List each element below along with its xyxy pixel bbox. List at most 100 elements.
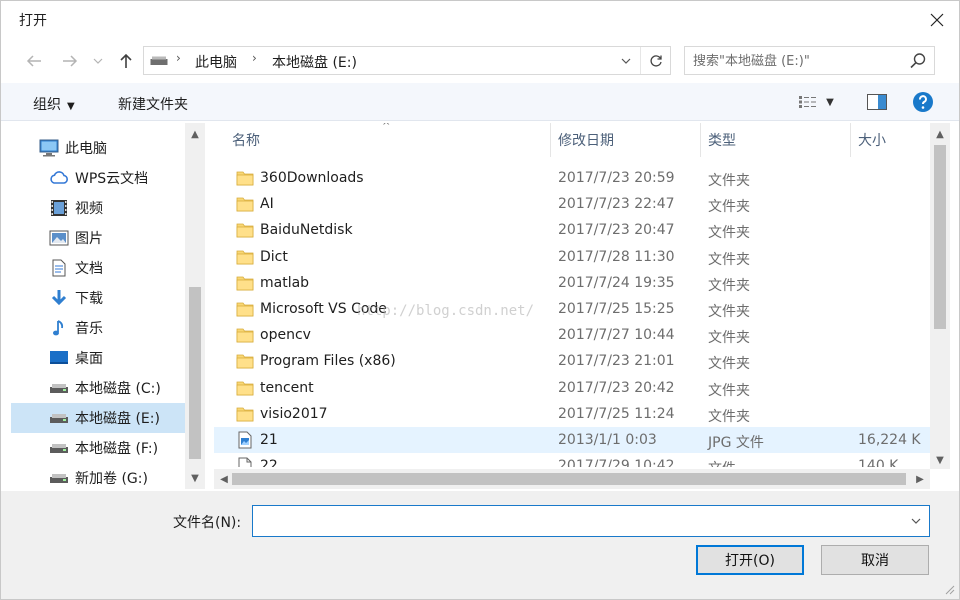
open-button[interactable]: 打开(O)	[696, 545, 804, 575]
sidebar-item[interactable]: 此电脑	[11, 133, 187, 163]
column-divider[interactable]	[550, 123, 551, 157]
file-type: 文件	[708, 458, 736, 467]
scrollbar-thumb[interactable]	[934, 145, 946, 329]
scroll-right-arrow-icon[interactable]: ▶	[910, 470, 930, 488]
navigation-bar: › 此电脑 › 本地磁盘 (E:)	[1, 41, 959, 81]
breadcrumb-separator-icon[interactable]: ›	[252, 51, 257, 65]
sidebar-item[interactable]: 本地磁盘 (C:)	[11, 373, 187, 403]
dialog-footer: 文件名(N): 打开(O) 取消	[1, 491, 959, 599]
drive-icon	[49, 378, 69, 398]
cancel-button[interactable]: 取消	[821, 545, 929, 575]
scrollbar-thumb[interactable]	[232, 473, 906, 485]
file-row[interactable]: 360Downloads 2017/7/23 20:59 文件夹	[214, 165, 930, 191]
picture-icon	[49, 228, 69, 248]
file-row[interactable]: 21 2013/1/1 0:03 JPG 文件 16,224 K	[214, 427, 930, 453]
sidebar-item[interactable]: 新加卷 (G:)	[11, 463, 187, 489]
view-dropdown-button[interactable]: ▼	[823, 91, 837, 113]
sidebar-item[interactable]: 图片	[11, 223, 187, 253]
navigation-pane-scrollbar[interactable]: ▲ ▼	[185, 123, 205, 489]
view-list-icon	[799, 96, 816, 108]
file-type: 文件夹	[708, 199, 750, 216]
recent-locations-button[interactable]	[91, 50, 105, 72]
column-header-type[interactable]: 类型	[708, 123, 736, 157]
sidebar-item[interactable]: 本地磁盘 (F:)	[11, 433, 187, 463]
organize-menu[interactable]: 组织 ▼	[33, 94, 75, 114]
file-type: 文件夹	[708, 356, 750, 373]
scroll-left-arrow-icon[interactable]: ◀	[214, 470, 234, 488]
filename-combobox[interactable]	[252, 505, 930, 537]
file-row[interactable]: matlab 2017/7/24 19:35 文件夹	[214, 270, 930, 296]
address-bar[interactable]: › 此电脑 › 本地磁盘 (E:)	[143, 46, 671, 75]
file-name-cell: visio2017	[236, 405, 328, 423]
address-history-dropdown[interactable]	[616, 49, 636, 73]
desktop-icon	[49, 348, 69, 368]
scroll-down-arrow-icon[interactable]: ▼	[185, 469, 205, 487]
file-type: 文件夹	[708, 173, 750, 189]
sidebar-item[interactable]: 下载	[11, 283, 187, 313]
search-input[interactable]	[693, 51, 898, 71]
file-name-cell: Dict	[236, 248, 288, 266]
sidebar-item[interactable]: WPS云文档	[11, 163, 187, 193]
column-divider[interactable]	[700, 123, 701, 157]
computer-icon	[39, 138, 59, 158]
close-button[interactable]	[915, 1, 959, 39]
file-name-cell: AI	[236, 195, 274, 213]
file-row[interactable]: opencv 2017/7/27 10:44 文件夹	[214, 322, 930, 348]
sidebar-item[interactable]: 文档	[11, 253, 187, 283]
up-button[interactable]	[115, 50, 137, 72]
column-header-name[interactable]: 名称	[232, 123, 260, 157]
file-list-vertical-scrollbar[interactable]: ▲ ▼	[930, 123, 950, 469]
filename-input[interactable]	[257, 511, 897, 531]
column-header-date[interactable]: 修改日期	[558, 123, 614, 157]
search-box[interactable]	[684, 46, 935, 75]
preview-pane-button[interactable]	[865, 91, 889, 113]
refresh-button[interactable]	[640, 47, 670, 74]
help-button[interactable]	[911, 91, 935, 113]
chevron-down-icon	[93, 58, 103, 64]
file-row[interactable]: tencent 2017/7/23 20:42 文件夹	[214, 375, 930, 401]
file-type: 文件夹	[708, 408, 750, 425]
file-modified-date: 2017/7/23 20:42	[558, 379, 675, 396]
breadcrumb-separator-icon[interactable]: ›	[176, 51, 181, 65]
sidebar-item-label: 视频	[75, 201, 103, 217]
scroll-up-arrow-icon[interactable]: ▲	[185, 125, 205, 143]
filename-dropdown[interactable]	[907, 512, 925, 530]
forward-button[interactable]	[59, 50, 81, 72]
file-list-horizontal-scrollbar[interactable]: ◀ ▶	[214, 469, 930, 489]
column-header-size[interactable]: 大小	[858, 123, 886, 157]
search-icon[interactable]	[908, 51, 928, 71]
scroll-up-arrow-icon[interactable]: ▲	[930, 125, 950, 143]
sidebar-item[interactable]: 视频	[11, 193, 187, 223]
file-name: tencent	[260, 379, 314, 396]
file-row[interactable]: Program Files (x86) 2017/7/23 21:01 文件夹	[214, 348, 930, 374]
column-divider[interactable]	[850, 123, 851, 157]
file-name-cell: matlab	[236, 274, 309, 292]
view-options-button[interactable]	[797, 91, 821, 113]
sidebar-item[interactable]: 本地磁盘 (E:)	[11, 403, 187, 433]
resize-grip-icon[interactable]	[943, 583, 955, 595]
scroll-down-arrow-icon[interactable]: ▼	[930, 451, 950, 469]
file-row[interactable]: Microsoft VS Code 2017/7/25 15:25 文件夹	[214, 296, 930, 322]
drive-icon	[49, 408, 69, 428]
file-modified-date: 2017/7/25 11:24	[558, 405, 675, 422]
scrollbar-thumb[interactable]	[189, 287, 201, 459]
file-name: BaiduNetdisk	[260, 222, 353, 239]
arrow-left-icon	[26, 55, 41, 67]
back-button[interactable]	[23, 50, 45, 72]
file-name-cell: Microsoft VS Code	[236, 300, 387, 318]
sidebar-item[interactable]: 桌面	[11, 343, 187, 373]
file-row[interactable]: 22 2017/7/29 10:42 文件 140 K	[214, 453, 930, 467]
file-icon	[236, 457, 254, 467]
file-row[interactable]: BaiduNetdisk 2017/7/23 20:47 文件夹	[214, 217, 930, 243]
title-bar: 打开	[1, 1, 959, 39]
file-row[interactable]: AI 2017/7/23 22:47 文件夹	[214, 191, 930, 217]
new-folder-button[interactable]: 新建文件夹	[118, 94, 188, 114]
file-name-cell: Program Files (x86)	[236, 352, 396, 370]
file-modified-date: 2017/7/28 11:30	[558, 248, 675, 265]
folder-icon	[236, 169, 254, 187]
sidebar-item[interactable]: 音乐	[11, 313, 187, 343]
file-row[interactable]: visio2017 2017/7/25 11:24 文件夹	[214, 401, 930, 427]
file-row[interactable]: Dict 2017/7/28 11:30 文件夹	[214, 244, 930, 270]
breadcrumb-drive-e[interactable]: 本地磁盘 (E:)	[272, 52, 357, 72]
breadcrumb-this-pc[interactable]: 此电脑	[195, 52, 237, 72]
